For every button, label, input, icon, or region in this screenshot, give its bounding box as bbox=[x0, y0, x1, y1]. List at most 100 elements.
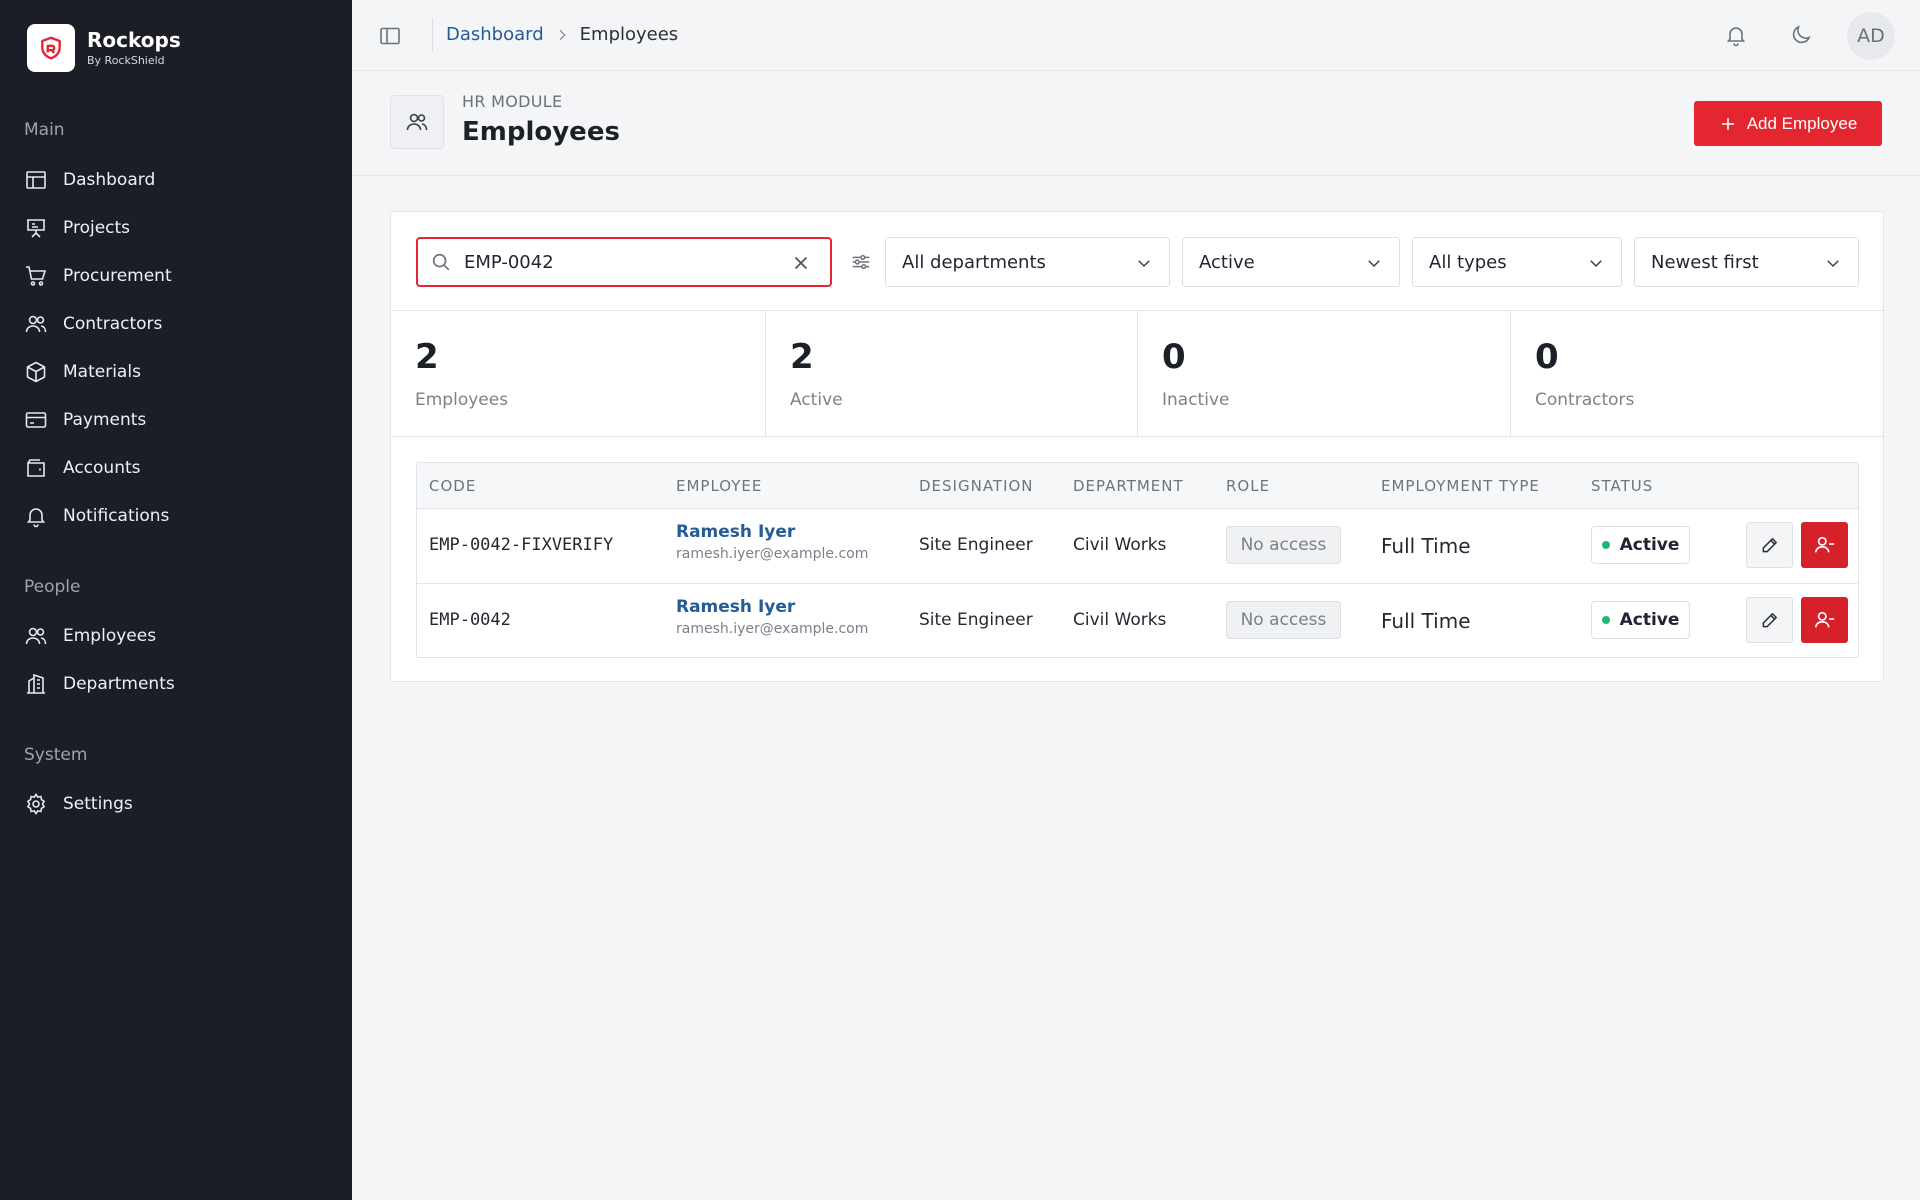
sidebar-item-label: Dashboard bbox=[63, 170, 156, 190]
sidebar-item-contractors[interactable]: Contractors bbox=[24, 304, 324, 344]
sidebar-item-notifications[interactable]: Notifications bbox=[24, 496, 324, 536]
stat-label: Active bbox=[790, 390, 843, 410]
sidebar-item-label: Materials bbox=[63, 362, 141, 382]
sidebar-item-payments[interactable]: Payments bbox=[24, 400, 324, 440]
sidebar-item-label: Projects bbox=[63, 218, 131, 238]
sidebar-item-employees[interactable]: Employees bbox=[24, 616, 324, 656]
employment-type: Full Time bbox=[1381, 609, 1471, 633]
nav-section-people: People bbox=[24, 577, 81, 597]
sort-select[interactable]: Newest first bbox=[1634, 237, 1859, 287]
sidebar-toggle-icon[interactable] bbox=[378, 24, 402, 48]
sidebar-item-label: Payments bbox=[63, 410, 147, 430]
employee-name-link[interactable]: Ramesh Iyer bbox=[676, 597, 868, 617]
employees-card: All departments Active All types Newest … bbox=[390, 211, 1884, 682]
box-icon bbox=[26, 361, 46, 383]
column-header-status[interactable]: STATUS bbox=[1591, 477, 1653, 495]
clear-search-icon[interactable] bbox=[790, 252, 812, 278]
chevron-down-icon bbox=[1368, 260, 1380, 268]
chevron-down-icon bbox=[1827, 260, 1839, 268]
stats-row: 2 Employees 2 Active 0 Inactive 0 Contra… bbox=[391, 310, 1883, 437]
employee-designation: Site Engineer bbox=[919, 535, 1033, 555]
user-minus-icon bbox=[1814, 611, 1834, 628]
breadcrumb-current: Employees bbox=[579, 24, 679, 45]
breadcrumb: Dashboard Employees bbox=[446, 24, 678, 45]
status-select[interactable]: Active bbox=[1182, 237, 1400, 287]
type-select[interactable]: All types bbox=[1412, 237, 1622, 287]
stat-label: Inactive bbox=[1162, 390, 1230, 410]
edit-button[interactable] bbox=[1746, 597, 1793, 643]
card-icon bbox=[25, 412, 47, 428]
pencil-icon bbox=[1762, 613, 1777, 628]
add-employee-button[interactable]: Add Employee bbox=[1694, 101, 1882, 146]
column-header-department[interactable]: DEPARTMENT bbox=[1073, 477, 1184, 495]
dashboard-icon bbox=[26, 171, 46, 189]
shield-logo-icon bbox=[27, 24, 75, 72]
chevron-down-icon bbox=[1590, 260, 1602, 268]
employee-code: EMP-0042-FIXVERIFY bbox=[429, 535, 614, 555]
sidebar-item-materials[interactable]: Materials bbox=[24, 352, 324, 392]
column-header-employment-type[interactable]: EMPLOYMENT TYPE bbox=[1381, 477, 1540, 495]
breadcrumb-dashboard-link[interactable]: Dashboard bbox=[446, 24, 544, 45]
column-header-code[interactable]: CODE bbox=[429, 477, 476, 495]
brand-name: Rockops bbox=[87, 28, 181, 52]
avatar[interactable]: AD bbox=[1847, 12, 1895, 60]
table-row: EMP-0042 Ramesh Iyer ramesh.iyer@example… bbox=[417, 583, 1858, 657]
pencil-icon bbox=[1762, 538, 1777, 553]
stat-contractors: 0 Contractors bbox=[1510, 311, 1883, 436]
users-icon bbox=[390, 95, 444, 149]
brand[interactable]: Rockops By RockShield bbox=[27, 24, 181, 72]
bell-icon[interactable] bbox=[1724, 23, 1748, 47]
edit-button[interactable] bbox=[1746, 522, 1793, 568]
column-header-role[interactable]: ROLE bbox=[1226, 477, 1270, 495]
status-badge: Active bbox=[1591, 526, 1690, 564]
column-header-designation[interactable]: DESIGNATION bbox=[919, 477, 1034, 495]
sidebar-item-departments[interactable]: Departments bbox=[24, 664, 324, 704]
users-icon bbox=[25, 627, 47, 645]
sidebar-item-dashboard[interactable]: Dashboard bbox=[24, 160, 324, 200]
employee-cell: Ramesh Iyer ramesh.iyer@example.com bbox=[676, 597, 868, 637]
sidebar-item-projects[interactable]: Projects bbox=[24, 208, 324, 248]
sliders-icon[interactable] bbox=[850, 251, 872, 277]
status-text: Active bbox=[1619, 535, 1680, 555]
employee-email: ramesh.iyer@example.com bbox=[676, 621, 869, 637]
chevron-down-icon bbox=[1138, 260, 1150, 268]
employee-cell: Ramesh Iyer ramesh.iyer@example.com bbox=[676, 522, 868, 562]
brand-subtitle: By RockShield bbox=[87, 54, 165, 67]
status-text: Active bbox=[1619, 610, 1680, 630]
sidebar: Rockops By RockShield Main Dashboard Pro… bbox=[0, 0, 352, 1200]
employee-code: EMP-0042 bbox=[429, 610, 511, 630]
status-dot-icon bbox=[1601, 541, 1610, 549]
sidebar-item-procurement[interactable]: Procurement bbox=[24, 256, 324, 296]
employee-name-link[interactable]: Ramesh Iyer bbox=[676, 522, 868, 542]
stat-inactive: 0 Inactive bbox=[1137, 311, 1510, 436]
table-header: CODE EMPLOYEE DESIGNATION DEPARTMENT ROL… bbox=[417, 463, 1858, 509]
department-select-value: All departments bbox=[902, 251, 1046, 273]
employment-type: Full Time bbox=[1381, 534, 1471, 558]
search-input[interactable] bbox=[464, 251, 764, 273]
sidebar-item-settings[interactable]: Settings bbox=[24, 784, 324, 824]
department-select[interactable]: All departments bbox=[885, 237, 1170, 287]
sidebar-item-label: Procurement bbox=[63, 266, 172, 286]
moon-icon[interactable] bbox=[1789, 23, 1813, 47]
wallet-icon bbox=[27, 459, 45, 477]
sidebar-item-label: Notifications bbox=[63, 506, 170, 526]
users-icon bbox=[25, 315, 47, 333]
deactivate-user-button[interactable] bbox=[1801, 597, 1848, 643]
search-box[interactable] bbox=[416, 237, 832, 287]
role-badge: No access bbox=[1226, 526, 1341, 564]
employee-email: ramesh.iyer@example.com bbox=[676, 546, 869, 562]
type-select-value: All types bbox=[1429, 251, 1507, 273]
column-header-employee[interactable]: EMPLOYEE bbox=[676, 477, 762, 495]
page-header: HR MODULE Employees Add Employee bbox=[352, 71, 1920, 176]
add-employee-label: Add Employee bbox=[1746, 113, 1858, 133]
topbar: Dashboard Employees AD bbox=[352, 0, 1920, 71]
stat-value: 2 bbox=[415, 337, 439, 377]
projects-icon bbox=[27, 219, 45, 238]
page-kicker: HR MODULE bbox=[462, 92, 563, 111]
employee-department: Civil Works bbox=[1073, 535, 1167, 555]
status-select-value: Active bbox=[1199, 251, 1255, 273]
deactivate-user-button[interactable] bbox=[1801, 522, 1848, 568]
employee-department: Civil Works bbox=[1073, 610, 1167, 630]
sidebar-item-accounts[interactable]: Accounts bbox=[24, 448, 324, 488]
stat-value: 0 bbox=[1535, 337, 1559, 377]
